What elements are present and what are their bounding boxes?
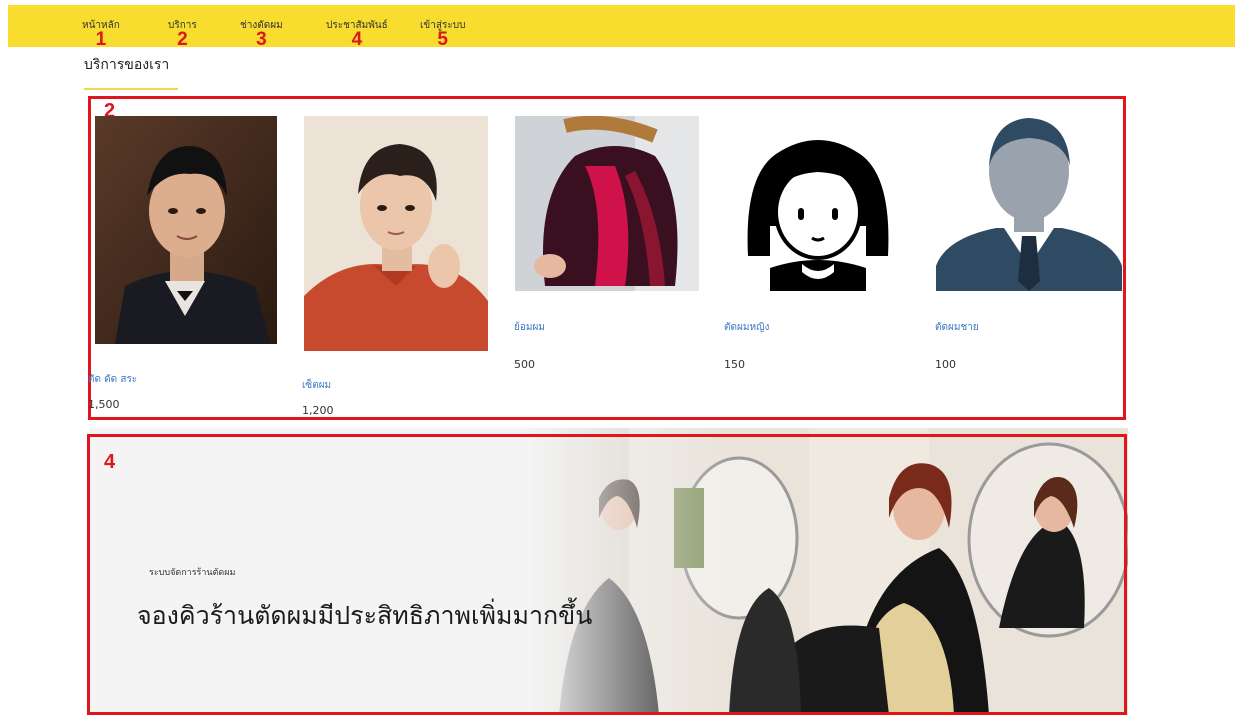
annotation-number: 4 — [104, 451, 116, 473]
service-name-link[interactable]: ตัดผมชาย — [935, 320, 979, 335]
annotation-box-hero — [87, 434, 1127, 715]
service-name-link[interactable]: ย้อมผม — [514, 320, 545, 335]
section-underline — [84, 88, 178, 90]
top-nav-bar: หน้าหลัก 1 บริการ 2 ช่างตัดผม 3 ประชาสัม… — [8, 5, 1235, 50]
female-avatar-icon[interactable] — [726, 116, 910, 291]
service-price: 150 — [724, 358, 745, 371]
service-price: 100 — [935, 358, 956, 371]
service-price: 1,500 — [88, 398, 120, 411]
man-tuxedo-photo[interactable] — [95, 116, 277, 344]
nav-item-announcements[interactable]: ประชาสัมพันธ์ 4 — [326, 5, 388, 50]
service-name-link[interactable]: ตัด ดัด สระ — [88, 372, 137, 387]
annotation-number: 2 — [177, 29, 188, 50]
annotation-number: 1 — [95, 29, 107, 50]
male-avatar-icon[interactable] — [936, 116, 1122, 291]
nav-item-home[interactable]: หน้าหลัก 1 — [82, 5, 120, 50]
service-name-link[interactable]: เซ็ตผม — [302, 378, 331, 393]
nav-item-services[interactable]: บริการ 2 — [168, 5, 197, 50]
section-title: บริการของเรา — [84, 57, 170, 73]
annotation-number: 5 — [437, 29, 448, 50]
nav-item-barbers[interactable]: ช่างตัดผม 3 — [240, 5, 283, 50]
service-price: 1,200 — [302, 404, 334, 417]
service-price: 500 — [514, 358, 535, 371]
service-name-link[interactable]: ตัดผมหญิง — [724, 320, 769, 335]
dyed-hair-photo[interactable] — [515, 116, 699, 291]
nav-item-login[interactable]: เข้าสู่ระบบ 5 — [420, 5, 465, 50]
man-red-jacket-photo[interactable] — [304, 116, 488, 351]
annotation-number: 4 — [351, 29, 363, 50]
annotation-number: 3 — [256, 29, 267, 50]
